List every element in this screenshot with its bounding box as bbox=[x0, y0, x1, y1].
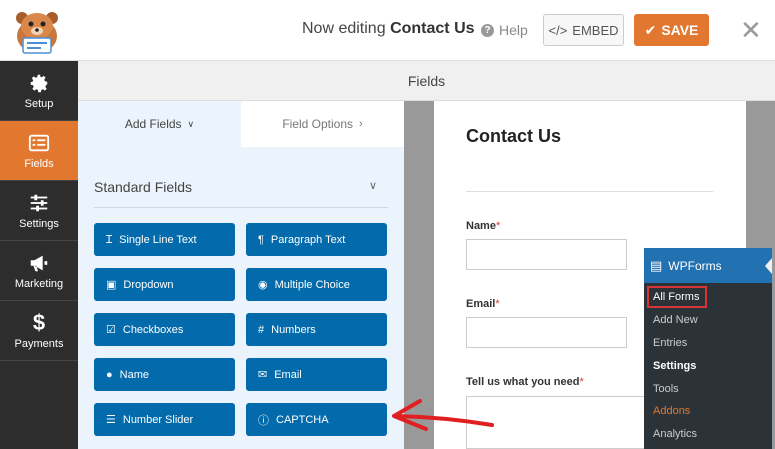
form-icon: ▤ bbox=[650, 257, 663, 273]
form-name: Contact Us bbox=[390, 20, 475, 37]
sidebar-item-label: Fields bbox=[24, 157, 54, 170]
editing-prefix: Now editing bbox=[302, 20, 386, 37]
field-button-multiple-choice[interactable]: ◉ Multiple Choice bbox=[246, 268, 387, 301]
chevron-right-icon: › bbox=[359, 118, 363, 130]
wpforms-menu-header[interactable]: ▤ WPForms bbox=[644, 248, 772, 283]
tab-label: Add Fields bbox=[124, 117, 182, 131]
sidebar-item-settings[interactable]: Settings bbox=[0, 181, 78, 241]
top-bar: Now editing Contact Us ? Help </> EMBED … bbox=[0, 0, 775, 61]
chevron-down-icon: ∨ bbox=[187, 118, 195, 129]
sidebar-item-label: Setup bbox=[24, 97, 54, 110]
wp-menu-item-tools[interactable]: Tools bbox=[653, 383, 679, 395]
text-cursor-icon: Ɪ bbox=[106, 234, 113, 246]
field-button-label: Dropdown bbox=[123, 278, 174, 291]
field-label-text: Email bbox=[466, 298, 496, 310]
wp-menu-item-add-new[interactable]: Add New bbox=[653, 314, 698, 326]
wp-menu-item-settings[interactable]: Settings bbox=[653, 360, 696, 372]
required-asterisk: * bbox=[579, 376, 584, 388]
tab-field-options[interactable]: Field Options › bbox=[241, 101, 404, 147]
field-button-number-slider[interactable]: ☰ Number Slider bbox=[94, 403, 235, 436]
section-title[interactable]: Standard Fields bbox=[94, 179, 192, 195]
builder-sidebar: Setup Fields Settings Marketing $ Paymen… bbox=[0, 61, 78, 449]
envelope-icon: ✉ bbox=[258, 369, 268, 381]
fields-list-icon bbox=[28, 134, 50, 151]
field-button-checkboxes[interactable]: ☑ Checkboxes bbox=[94, 313, 235, 346]
field-button-label: Email bbox=[274, 368, 302, 381]
field-button-label: CAPTCHA bbox=[276, 413, 329, 426]
dollar-icon: $ bbox=[32, 309, 46, 335]
sliders-icon: ☰ bbox=[106, 414, 116, 426]
field-button-label: Numbers bbox=[271, 323, 316, 336]
field-button-name[interactable]: ● Name bbox=[94, 358, 235, 391]
radio-icon: ◉ bbox=[258, 279, 268, 291]
field-button-label: Single Line Text bbox=[119, 233, 197, 246]
form-title[interactable]: Contact Us bbox=[466, 126, 566, 146]
chevron-down-icon[interactable]: ∨ bbox=[369, 179, 377, 192]
help-link[interactable]: ? Help bbox=[481, 22, 528, 38]
megaphone-icon bbox=[30, 255, 48, 271]
sidebar-item-label: Marketing bbox=[14, 277, 64, 290]
embed-label: EMBED bbox=[572, 22, 619, 38]
question-circle-icon: ⓘ bbox=[258, 414, 269, 427]
wpforms-menu-title: WPForms bbox=[668, 258, 722, 273]
wp-menu-item-entries[interactable]: Entries bbox=[653, 337, 687, 349]
field-label-message[interactable]: Tell us what you need* bbox=[466, 376, 584, 388]
checkbox-icon: ☑ bbox=[106, 324, 116, 336]
sidebar-item-payments[interactable]: $ Payments bbox=[0, 301, 78, 361]
sidebar-item-label: Payments bbox=[14, 337, 64, 350]
field-button-dropdown[interactable]: ▣ Dropdown bbox=[94, 268, 235, 301]
code-icon: </> bbox=[548, 22, 568, 38]
save-button[interactable]: ✔ SAVE bbox=[634, 14, 709, 46]
wpforms-bear-logo-icon bbox=[16, 12, 58, 54]
check-icon: ✔ bbox=[644, 21, 657, 38]
field-label-text: Tell us what you need bbox=[466, 376, 580, 388]
highlight-box bbox=[647, 286, 707, 308]
tab-add-fields[interactable]: Add Fields ∨ bbox=[78, 101, 241, 147]
help-label: Help bbox=[499, 22, 528, 38]
field-button-label: Name bbox=[119, 368, 149, 381]
user-icon: ● bbox=[106, 368, 113, 381]
section-divider bbox=[94, 207, 388, 208]
form-title-divider bbox=[466, 191, 713, 192]
email-input[interactable] bbox=[466, 317, 627, 348]
help-icon: ? bbox=[481, 23, 494, 37]
field-button-email[interactable]: ✉ Email bbox=[246, 358, 387, 391]
field-button-single-line-text[interactable]: Ɪ Single Line Text bbox=[94, 223, 235, 256]
add-fields-panel: Add Fields ∨ Field Options › Standard Fi… bbox=[78, 101, 404, 449]
wp-menu-item-addons[interactable]: Addons bbox=[653, 405, 690, 417]
editing-title: Now editing Contact Us bbox=[302, 20, 475, 38]
sliders-icon bbox=[30, 194, 48, 211]
dropdown-icon: ▣ bbox=[106, 279, 117, 291]
field-button-numbers[interactable]: # Numbers bbox=[246, 313, 387, 346]
field-button-paragraph-text[interactable]: ¶ Paragraph Text bbox=[246, 223, 387, 256]
red-arrow-annotation bbox=[392, 399, 494, 431]
sidebar-item-label: Settings bbox=[19, 217, 59, 230]
field-button-captcha[interactable]: ⓘ CAPTCHA bbox=[246, 403, 387, 436]
field-button-label: Number Slider bbox=[122, 413, 194, 426]
sidebar-item-marketing[interactable]: Marketing bbox=[0, 241, 78, 301]
save-label: SAVE bbox=[661, 22, 699, 38]
field-label-name[interactable]: Name* bbox=[466, 220, 500, 232]
required-asterisk: * bbox=[495, 220, 501, 232]
tab-label: Field Options bbox=[282, 117, 354, 131]
hash-icon: # bbox=[258, 323, 265, 336]
gear-icon bbox=[30, 74, 48, 92]
sidebar-item-setup[interactable]: Setup bbox=[0, 61, 78, 121]
wp-admin-submenu: ▤ WPForms All Forms Add New Entries Sett… bbox=[644, 248, 772, 449]
wp-menu-item-analytics[interactable]: Analytics bbox=[653, 428, 697, 440]
paragraph-icon: ¶ bbox=[258, 233, 264, 246]
sidebar-item-fields[interactable]: Fields bbox=[0, 121, 78, 181]
close-icon[interactable]: ✕ bbox=[740, 17, 762, 43]
field-label-email[interactable]: Email* bbox=[466, 298, 500, 310]
embed-button[interactable]: </> EMBED bbox=[543, 14, 624, 46]
required-asterisk: * bbox=[495, 298, 500, 310]
field-button-label: Multiple Choice bbox=[274, 278, 350, 291]
panel-tabs: Add Fields ∨ Field Options › bbox=[78, 101, 404, 147]
field-label-text: Name bbox=[466, 220, 496, 232]
name-input[interactable] bbox=[466, 239, 627, 270]
field-button-label: Paragraph Text bbox=[270, 233, 346, 246]
field-button-label: Checkboxes bbox=[122, 323, 184, 336]
panel-title: Fields bbox=[78, 61, 775, 101]
